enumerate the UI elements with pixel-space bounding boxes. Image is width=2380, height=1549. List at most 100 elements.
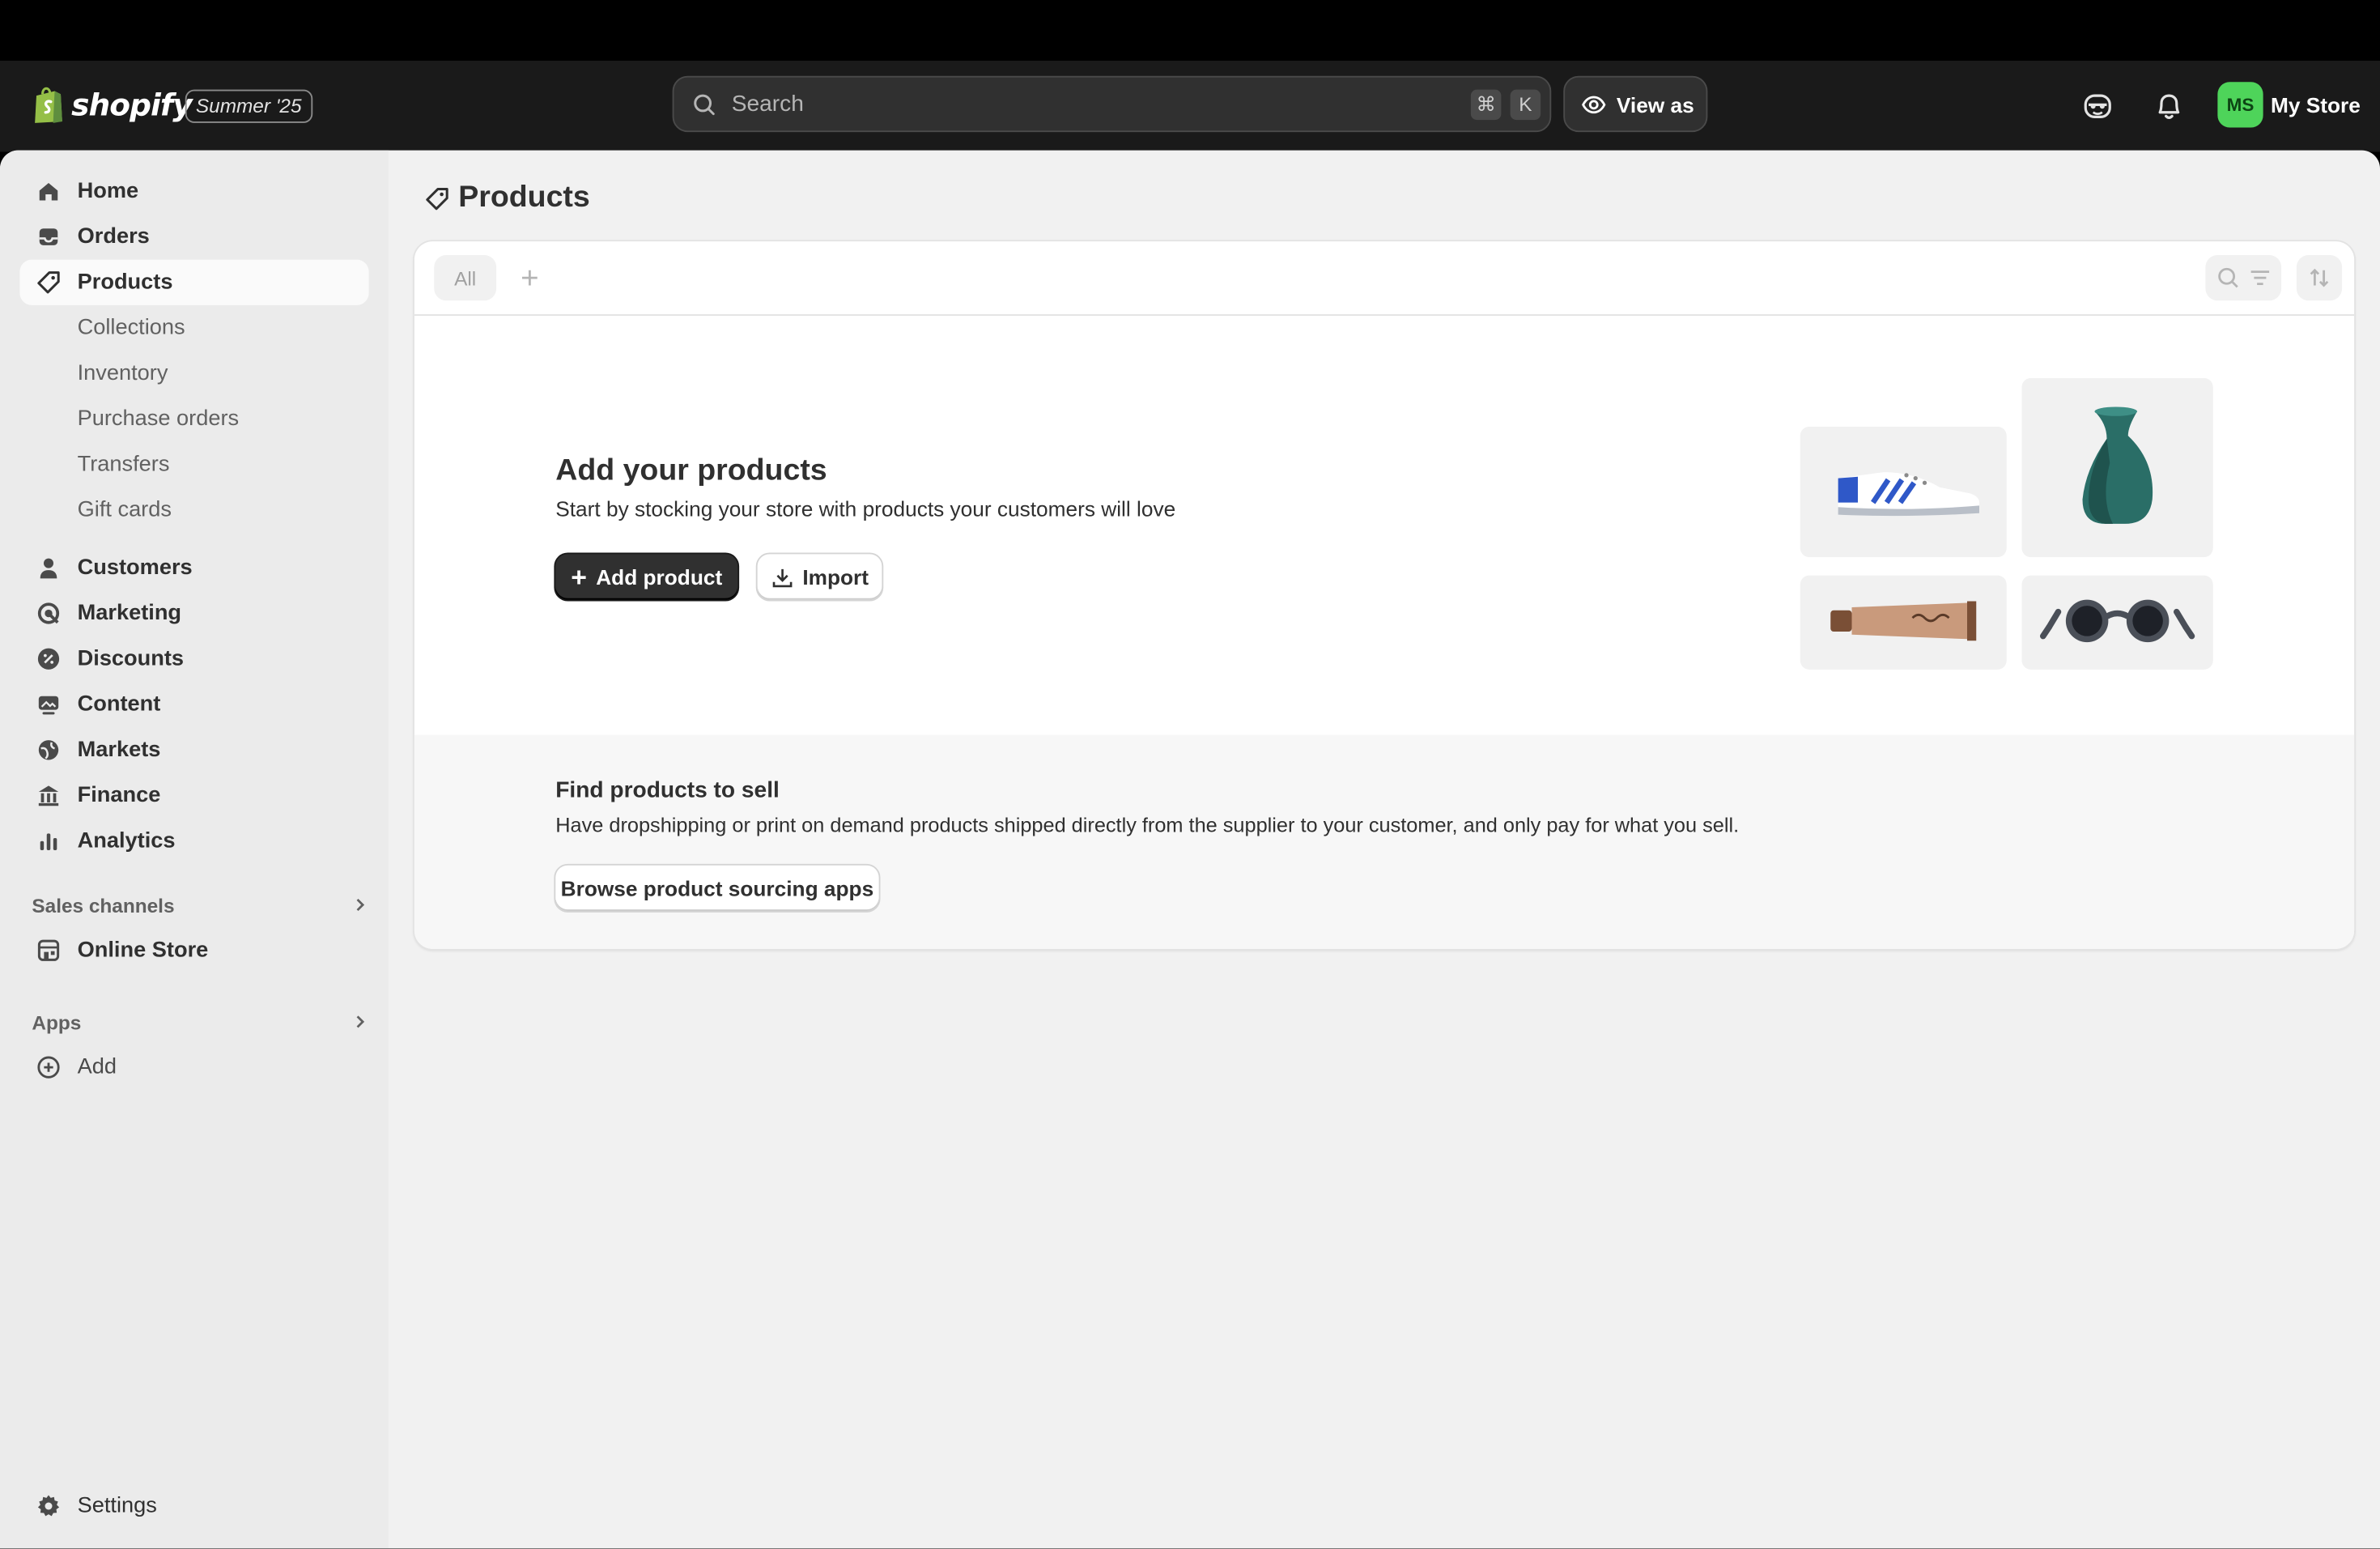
top-bar: shopify Summer '25 ⌘ K View as xyxy=(0,61,2380,152)
person-icon xyxy=(35,554,62,581)
sidebar-item-label: Marketing xyxy=(77,601,182,626)
vase-illustration xyxy=(2021,377,2213,558)
sidebar-subitem-transfers[interactable]: Transfers xyxy=(78,446,170,483)
search-icon xyxy=(694,93,715,115)
app-shell: Home Orders Products Collections Invento… xyxy=(0,150,2380,1549)
sidebar-subitem-purchase-orders[interactable]: Purchase orders xyxy=(78,401,239,437)
sidebar-item-markets[interactable]: Markets xyxy=(19,727,368,772)
page-title-text: Products xyxy=(458,181,590,215)
eye-icon xyxy=(1582,95,1606,113)
tab-all[interactable]: All xyxy=(434,255,497,301)
global-search[interactable]: ⌘ K xyxy=(672,75,1552,133)
import-label: Import xyxy=(802,564,869,589)
bell-icon[interactable] xyxy=(2153,90,2186,123)
globe-icon xyxy=(35,736,62,764)
sort-icon xyxy=(2310,268,2329,287)
sidebar-item-content[interactable]: Content xyxy=(19,682,368,727)
bank-icon xyxy=(35,782,62,810)
sidebar-item-analytics[interactable]: Analytics xyxy=(19,819,368,864)
sidebar-item-discounts[interactable]: Discounts xyxy=(19,636,368,682)
sidebar-item-label: Settings xyxy=(77,1494,157,1518)
sort-button[interactable] xyxy=(2296,255,2343,301)
sidebar-item-label: Products xyxy=(77,270,173,295)
apps-header[interactable]: Apps xyxy=(32,1005,368,1038)
find-products-subtitle: Have dropshipping or print on demand pro… xyxy=(555,814,1740,837)
download-icon xyxy=(772,568,792,587)
plus-icon: + xyxy=(571,561,587,593)
discount-icon xyxy=(35,645,62,673)
page-title: Products xyxy=(425,181,590,215)
shortcut-k-key: K xyxy=(1510,88,1541,120)
sales-channels-label: Sales channels xyxy=(32,893,175,917)
shopify-wordmark: shopify xyxy=(71,86,193,123)
chevron-right-icon xyxy=(356,898,365,912)
sidebar-item-label: Customers xyxy=(77,555,193,581)
shortcut-cmd-key: ⌘ xyxy=(1470,88,1502,120)
tag-icon xyxy=(426,187,448,210)
target-icon xyxy=(35,600,62,628)
sidebar-item-finance[interactable]: Finance xyxy=(19,772,368,818)
sidebar-item-label: Content xyxy=(77,692,161,717)
sidebar: Home Orders Products Collections Invento… xyxy=(0,150,389,1549)
sidebar-item-marketing[interactable]: Marketing xyxy=(19,590,368,636)
sidebar-item-label: Analytics xyxy=(77,828,176,853)
view-tabs: All xyxy=(414,241,2355,316)
empty-state-subtitle: Start by stocking your store with produc… xyxy=(555,496,1176,521)
sidebar-item-label: Online Store xyxy=(77,938,209,963)
browse-sourcing-apps-button[interactable]: Browse product sourcing apps xyxy=(555,865,879,911)
view-as-label: View as xyxy=(1616,91,1694,117)
apps-label: Apps xyxy=(32,1010,82,1033)
main-content: Products All Add your products Start by … xyxy=(389,151,2380,1549)
import-button[interactable]: Import xyxy=(757,554,882,600)
products-card: All Add your products Start by stocking … xyxy=(414,241,2355,949)
sidebar-item-customers[interactable]: Customers xyxy=(19,545,368,590)
search-input[interactable] xyxy=(729,89,1471,119)
inbox-icon xyxy=(35,223,62,251)
find-products-title: Find products to sell xyxy=(555,777,780,803)
sidebar-subitem-collections[interactable]: Collections xyxy=(78,310,185,347)
tag-icon xyxy=(35,269,62,296)
chevron-right-icon xyxy=(356,1015,365,1028)
home-icon xyxy=(35,177,62,205)
sidebar-item-products[interactable]: Products xyxy=(19,259,369,305)
sidebar-item-add-app[interactable]: Add xyxy=(19,1045,368,1090)
view-as-button[interactable]: View as xyxy=(1563,75,1708,133)
filter-icon xyxy=(2250,270,2269,286)
bar-chart-icon xyxy=(35,828,62,855)
edition-badge[interactable]: Summer '25 xyxy=(185,89,312,123)
sales-channels-header[interactable]: Sales channels xyxy=(32,888,368,921)
sneaker-illustration xyxy=(1800,426,2007,558)
sidebar-item-label: Add xyxy=(77,1055,117,1080)
sidebar-item-label: Markets xyxy=(77,738,161,763)
search-filter-button[interactable] xyxy=(2205,255,2282,301)
store-name: My Store xyxy=(2271,92,2361,117)
shopify-bag-icon xyxy=(35,87,62,123)
sidebar-item-home[interactable]: Home xyxy=(19,168,368,214)
add-product-button[interactable]: + Add product xyxy=(555,554,738,600)
sidebar-item-label: Home xyxy=(77,179,139,204)
window-top-strip xyxy=(0,0,2380,61)
sidebar-subitem-inventory[interactable]: Inventory xyxy=(78,355,168,392)
shopify-logo[interactable]: shopify xyxy=(32,85,193,125)
gear-icon xyxy=(35,1492,62,1520)
search-icon xyxy=(2217,267,2238,288)
sidebar-subitem-gift-cards[interactable]: Gift cards xyxy=(78,492,172,529)
image-icon xyxy=(35,691,62,718)
sidekick-icon[interactable] xyxy=(2081,90,2114,123)
sidebar-item-label: Orders xyxy=(77,224,150,249)
plus-circle-icon xyxy=(35,1053,62,1081)
store-menu[interactable]: MS My Store xyxy=(2217,82,2361,128)
empty-state-title: Add your products xyxy=(555,453,827,487)
sidebar-item-label: Finance xyxy=(77,783,161,808)
storefront-icon xyxy=(35,937,62,964)
sidebar-item-orders[interactable]: Orders xyxy=(19,214,368,259)
tube-illustration xyxy=(1800,575,2007,670)
sidebar-item-label: Discounts xyxy=(77,646,185,671)
sidebar-item-online-store[interactable]: Online Store xyxy=(19,928,368,973)
sidebar-item-settings[interactable]: Settings xyxy=(19,1483,368,1529)
find-products-section: Find products to sell Have dropshipping … xyxy=(414,734,2355,949)
avatar: MS xyxy=(2217,82,2263,128)
add-view-icon[interactable] xyxy=(515,262,546,293)
sunglasses-illustration xyxy=(2021,575,2213,670)
add-product-label: Add product xyxy=(596,564,723,589)
